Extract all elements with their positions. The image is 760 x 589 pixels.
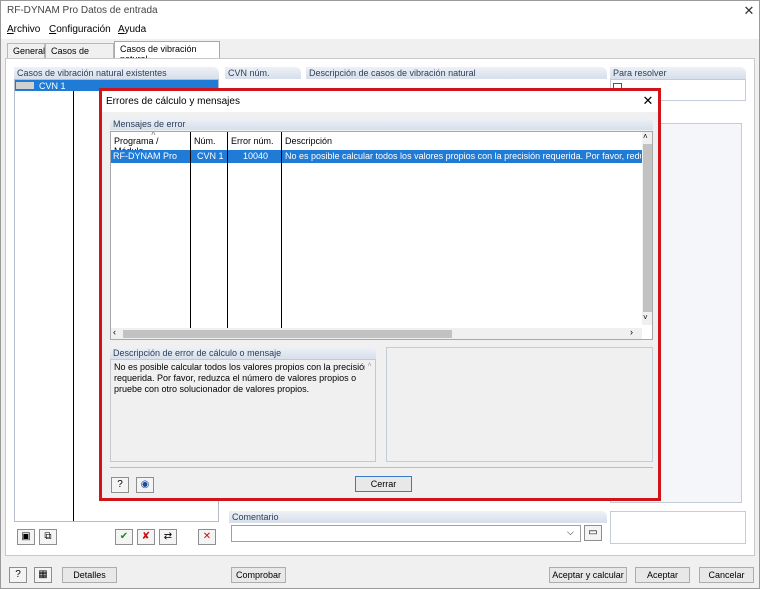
swap-icon[interactable]: ⇄ <box>159 529 177 545</box>
help-icon[interactable]: ? <box>9 567 27 583</box>
cvn-header: CVN núm. <box>225 67 301 79</box>
menu-ayuda[interactable]: Ayuda <box>118 24 146 35</box>
cell-error: 10040 <box>243 151 269 161</box>
detail-header: Descripción de error de cálculo o mensaj… <box>110 347 376 359</box>
help-icon[interactable]: ? <box>111 477 129 493</box>
detail-line-1: No es posible calcular todos los valores… <box>114 362 370 372</box>
tab-casos-masas[interactable]: Casos de masas <box>45 43 114 66</box>
error-messages-header: Mensajes de error <box>110 118 653 130</box>
scroll-right-icon[interactable]: › <box>630 327 633 337</box>
cell-program: RF-DYNAM Pro <box>113 151 178 161</box>
close-icon[interactable]: ✕ <box>741 3 757 19</box>
detail-textbox[interactable]: No es posible calcular todos los valores… <box>110 359 376 462</box>
units-icon[interactable]: ▦ <box>34 567 52 583</box>
vertical-scrollbar[interactable]: ˄ ˅ <box>642 132 652 325</box>
comment-header: Comentario <box>229 511 607 523</box>
col-line-1 <box>190 132 191 328</box>
cancel-button[interactable]: Cancelar <box>699 567 754 583</box>
dialog-close-icon[interactable]: ✕ <box>640 93 656 109</box>
sort-arrow-icon: ˄ <box>151 131 156 138</box>
title-bar: RF-DYNAM Pro Datos de entrada ✕ <box>1 1 759 21</box>
col-header-desc[interactable]: Descripción <box>282 132 642 149</box>
tab-general[interactable]: General <box>7 43 45 59</box>
comment-side-panel <box>610 511 746 544</box>
scroll-up-icon[interactable]: ˄ <box>643 132 648 141</box>
menu-configuracion[interactable]: Configuración <box>49 24 111 35</box>
cvn-list-item-label: CVN 1 <box>39 81 66 91</box>
detail-line-2: requerida. Por favor, reduzca el número … <box>114 373 357 383</box>
vertical-scroll-thumb[interactable] <box>643 144 652 312</box>
solve-header: Para resolver <box>610 67 746 79</box>
accept-button[interactable]: Aceptar <box>635 567 690 583</box>
dialog-separator <box>110 467 653 468</box>
menu-ayuda-rest: yuda <box>124 24 147 35</box>
list-divider <box>73 91 74 521</box>
col-header-num[interactable]: Núm. <box>191 132 228 149</box>
copy-item-icon[interactable]: ⧉ <box>39 529 57 545</box>
comment-dropdown-icon[interactable]: ⌵ <box>567 527 574 538</box>
col-line-2 <box>227 132 228 328</box>
comment-browse-button[interactable]: ▭ <box>584 525 602 541</box>
col-header-error[interactable]: Error núm. <box>228 132 282 149</box>
error-dialog: Errores de cálculo y mensajes ✕ Mensajes… <box>99 88 661 501</box>
details-button[interactable]: Detalles <box>62 567 117 583</box>
eye-icon[interactable]: ◉ <box>136 477 154 493</box>
check-button[interactable]: Comprobar <box>231 567 286 583</box>
menu-bar: Archivo Configuración Ayuda <box>1 21 759 39</box>
menu-archivo-rest: rchivo <box>13 24 41 35</box>
error-table: Programa / Módulo Núm. Error núm. Descri… <box>110 131 653 340</box>
accept-calc-button[interactable]: Aceptar y calcular <box>549 567 627 583</box>
comment-input[interactable] <box>231 525 581 542</box>
close-button[interactable]: Cerrar <box>355 476 412 492</box>
detail-side-panel <box>386 347 653 462</box>
dialog-title-bar: Errores de cálculo y mensajes ✕ <box>102 91 658 112</box>
horizontal-scrollbar[interactable]: ‹ › <box>111 327 642 339</box>
menu-archivo[interactable]: Archivo <box>7 24 40 35</box>
select-all-icon[interactable]: ✔ <box>115 529 133 545</box>
menu-configuracion-rest: onfiguración <box>56 24 111 35</box>
delete-icon[interactable]: ✕ <box>198 529 216 545</box>
dialog-title: Errores de cálculo y mensajes <box>106 96 240 107</box>
scroll-left-icon[interactable]: ‹ <box>113 327 116 337</box>
detail-scrollbar[interactable]: ˄ <box>365 360 374 461</box>
deselect-icon[interactable]: ✘ <box>137 529 155 545</box>
cvn-color-swatch <box>16 82 34 89</box>
new-item-icon[interactable]: ▣ <box>17 529 35 545</box>
detail-line-3: pruebe con otro solucionador de valores … <box>114 384 310 394</box>
col-line-3 <box>281 132 282 328</box>
tab-casos-vibracion[interactable]: Casos de vibración natural <box>114 41 220 64</box>
left-panel-header: Casos de vibración natural existentes <box>14 67 219 79</box>
cell-desc: No es posible calcular todos los valores… <box>285 151 641 161</box>
description-header: Descripción de casos de vibración natura… <box>306 67 607 79</box>
scroll-down-icon[interactable]: ˅ <box>643 313 648 322</box>
menu-archivo-accel: A <box>7 24 14 35</box>
horizontal-scroll-thumb[interactable] <box>123 330 452 338</box>
window-title: RF-DYNAM Pro Datos de entrada <box>7 5 158 16</box>
cell-num: CVN 1 <box>197 151 224 161</box>
